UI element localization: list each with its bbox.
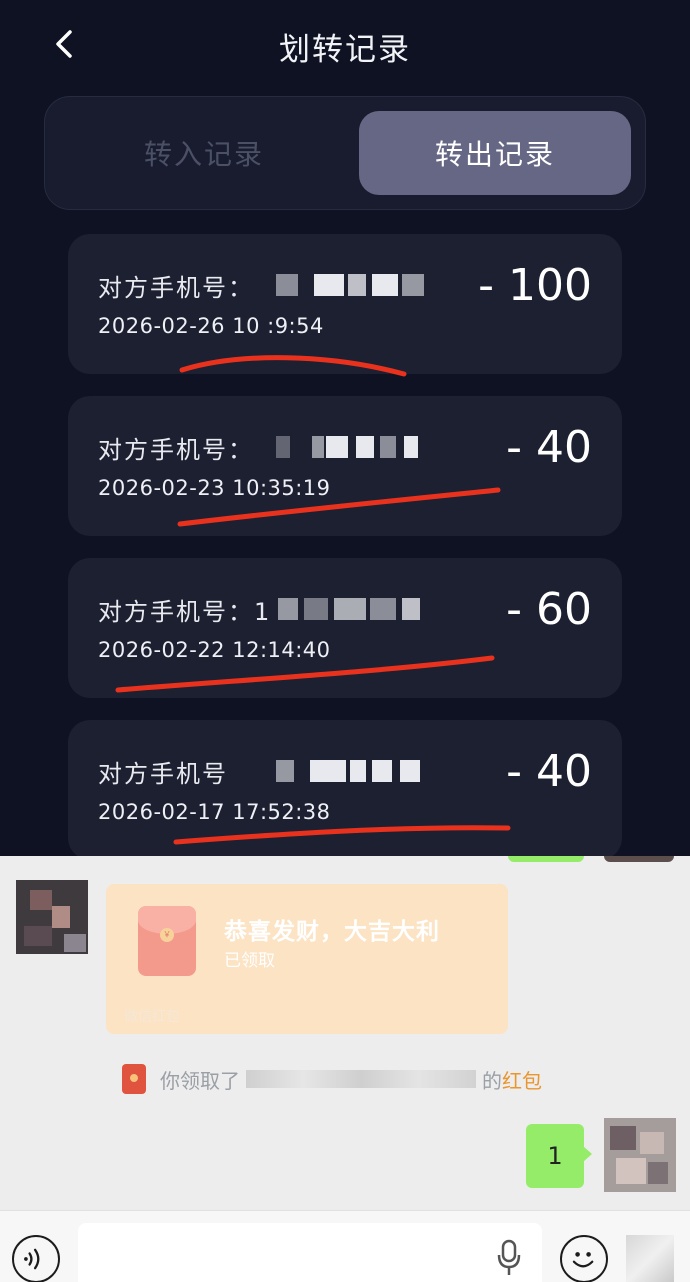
message-input[interactable] [78,1223,542,1282]
system-notice: 你领取了 的 红包 [122,1064,542,1094]
my-avatar[interactable] [604,1118,676,1192]
red-packet-greeting: 恭喜发财，大吉大利 [224,919,440,945]
system-notice-prefix: 你领取了 [160,1068,240,1093]
record-date: 2026-02-23 10:35:19 [98,476,331,500]
phone-label: 对方手机号： [98,274,254,302]
tab-transfer-in[interactable]: 转入记录 [59,111,349,195]
red-packet-brand: 微信红包 [124,1009,180,1025]
red-packet-message[interactable]: ￥ 恭喜发财，大吉大利 已领取 微信红包 [106,884,508,1034]
redacted-name [246,1070,476,1088]
coin-icon: ￥ [160,928,174,942]
previous-avatar-edge [604,856,674,862]
chat-area: ￥ 恭喜发财，大吉大利 已领取 微信红包 你领取了 的 红包 1 [0,856,690,1210]
chat-input-bar [0,1210,690,1282]
record-card[interactable]: 对方手机号： 2026-02-26 10 :9:54 - 100 [68,234,622,374]
record-date: 2026-02-26 10 :9:54 [98,314,324,338]
record-card[interactable]: 对方手机号：1 2026-02-22 12:14:40 - 60 [68,558,622,698]
phone-label: 对方手机号 [98,760,228,788]
record-amount: - 40 [506,746,592,797]
phone-label: 对方手机号： [98,436,254,464]
red-packet-status: 已领取 [224,951,275,971]
red-packet-link[interactable]: 红包 [502,1065,542,1094]
page-title: 划转记录 [279,32,411,68]
tab-transfer-out[interactable]: 转出记录 [359,111,631,195]
red-packet-icon [122,1064,146,1094]
more-options-icon[interactable] [626,1235,674,1282]
phone-label: 对方手机号：1 [98,598,272,626]
record-date: 2026-02-22 12:14:40 [98,638,331,662]
system-notice-suffix: 的 [482,1068,502,1093]
emoji-icon[interactable] [560,1235,608,1282]
microphone-icon[interactable] [494,1237,524,1277]
avatar[interactable] [16,880,88,954]
previous-bubble-edge [508,856,584,862]
transfer-records-screen: 划转记录 转入记录 转出记录 对方手机号： 2026-02-26 10 :9:5… [0,0,690,856]
record-amount: - 100 [478,260,592,311]
record-date: 2026-02-17 17:52:38 [98,800,331,824]
red-envelope-icon: ￥ [138,906,196,976]
tab-switcher: 转入记录 转出记录 [44,96,646,210]
record-amount: - 60 [506,584,592,635]
record-amount: - 40 [506,422,592,473]
my-message-bubble[interactable]: 1 [526,1124,592,1188]
record-card[interactable]: 对方手机号： 2026-02-23 10:35:19 - 40 [68,396,622,536]
record-card[interactable]: 对方手机号 2026-02-17 17:52:38 - 40 [68,720,622,856]
voice-mode-icon[interactable] [12,1235,60,1282]
